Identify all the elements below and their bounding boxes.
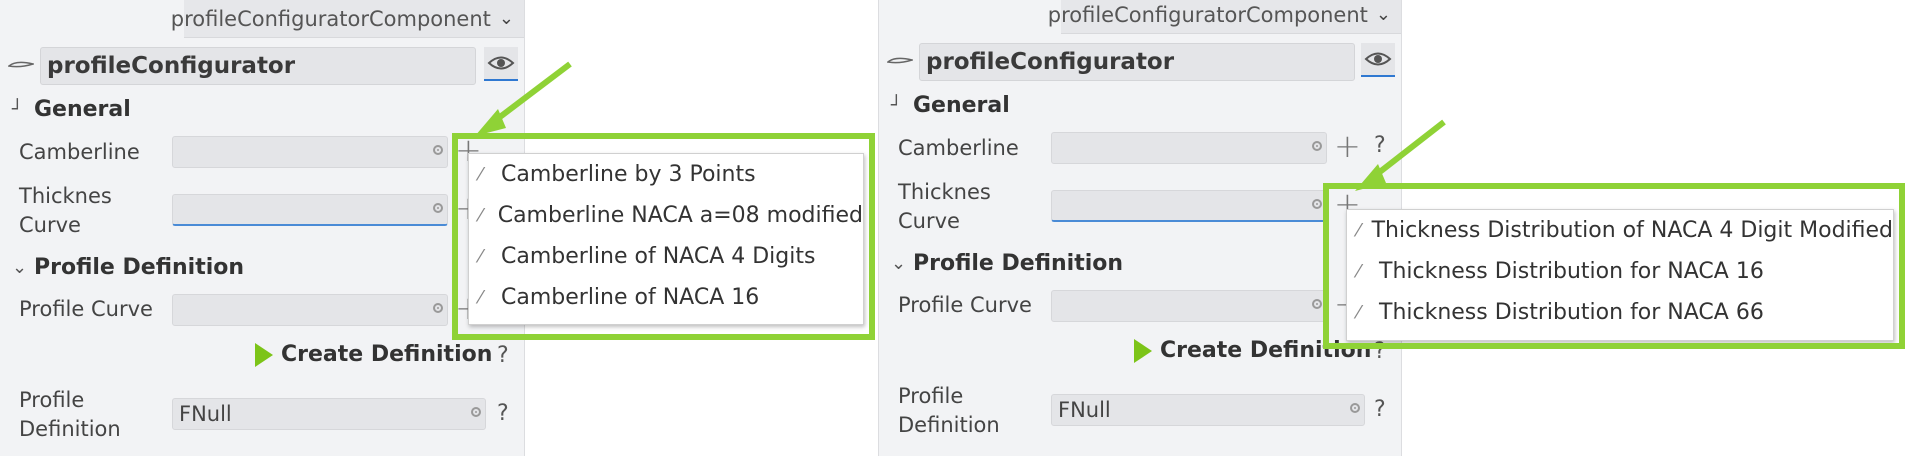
- annotation-arrows: [475, 61, 1446, 191]
- arrow-icon: [475, 61, 1446, 191]
